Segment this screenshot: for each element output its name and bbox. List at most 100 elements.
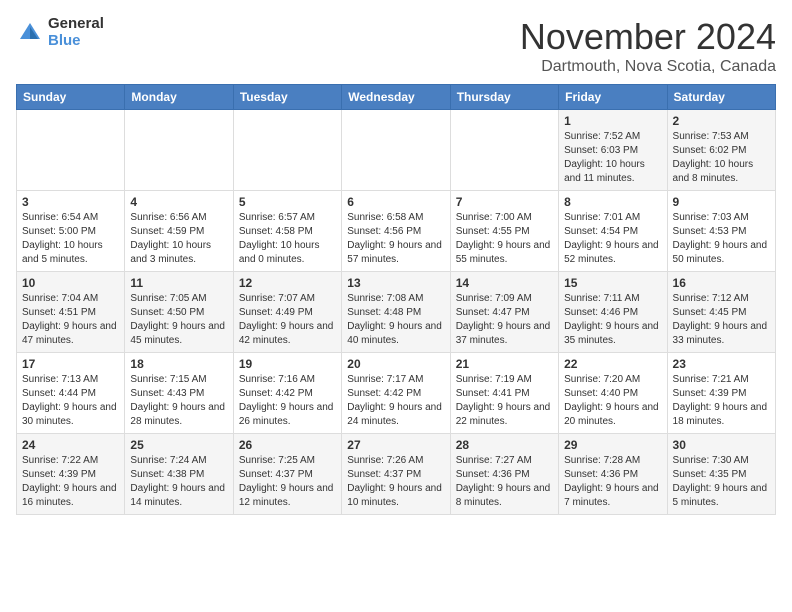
day-info: Sunrise: 7:20 AM Sunset: 4:40 PM Dayligh… (564, 373, 661, 429)
calendar-week-row: 24 Sunrise: 7:22 AM Sunset: 4:39 PM Dayli… (17, 434, 776, 515)
weekday-header: Wednesday (342, 85, 450, 110)
day-number: 21 (456, 357, 553, 371)
day-number: 2 (673, 114, 770, 128)
day-number: 26 (239, 438, 336, 452)
calendar-cell: 26Sunrise: 7:25 AM Sunset: 4:37 PM Dayli… (233, 434, 341, 515)
calendar-cell (450, 110, 558, 191)
day-number: 5 (239, 195, 336, 209)
calendar-cell: 29 Sunrise: 7:28 AM Sunset: 4:36 PM Dayli… (559, 434, 667, 515)
calendar-cell: 23 Sunrise: 7:21 AM Sunset: 4:39 PM Dayli… (667, 353, 775, 434)
calendar-cell: 10 Sunrise: 7:04 AM Sunset: 4:51 PM Dayli… (17, 272, 125, 353)
calendar-cell: 15Sunrise: 7:11 AM Sunset: 4:46 PM Dayli… (559, 272, 667, 353)
weekday-header: Monday (125, 85, 233, 110)
calendar-cell: 1Sunrise: 7:52 AM Sunset: 6:03 PM Daylig… (559, 110, 667, 191)
day-info: Sunrise: 7:27 AM Sunset: 4:36 PM Dayligh… (456, 454, 553, 510)
day-info: Sunrise: 7:03 AM Sunset: 4:53 PM Dayligh… (673, 211, 770, 267)
day-number: 14 (456, 276, 553, 290)
weekday-header: Friday (559, 85, 667, 110)
weekday-header: Tuesday (233, 85, 341, 110)
day-number: 10 (22, 276, 119, 290)
day-info: Sunrise: 6:56 AM Sunset: 4:59 PM Dayligh… (130, 211, 227, 267)
day-number: 30 (673, 438, 770, 452)
day-number: 8 (564, 195, 661, 209)
day-info: Sunrise: 7:17 AM Sunset: 4:42 PM Dayligh… (347, 373, 444, 429)
day-number: 13 (347, 276, 444, 290)
page-header: General Blue November 2024 Dartmouth, No… (16, 16, 776, 76)
calendar-table: SundayMondayTuesdayWednesdayThursdayFrid… (16, 84, 776, 515)
day-number: 24 (22, 438, 119, 452)
logo-general: General (48, 16, 104, 33)
weekday-header: Sunday (17, 85, 125, 110)
month-title: November 2024 (520, 16, 776, 58)
day-number: 22 (564, 357, 661, 371)
calendar-cell: 22 Sunrise: 7:20 AM Sunset: 4:40 PM Dayli… (559, 353, 667, 434)
day-info: Sunrise: 7:28 AM Sunset: 4:36 PM Dayligh… (564, 454, 661, 510)
day-info: Sunrise: 7:30 AM Sunset: 4:35 PM Dayligh… (673, 454, 770, 510)
calendar-cell: 9 Sunrise: 7:03 AM Sunset: 4:53 PM Daylig… (667, 191, 775, 272)
day-number: 29 (564, 438, 661, 452)
calendar-cell (233, 110, 341, 191)
calendar-cell: 28 Sunrise: 7:27 AM Sunset: 4:36 PM Dayli… (450, 434, 558, 515)
day-number: 11 (130, 276, 227, 290)
day-number: 9 (673, 195, 770, 209)
day-number: 7 (456, 195, 553, 209)
day-number: 1 (564, 114, 661, 128)
day-info: Sunrise: 7:11 AM Sunset: 4:46 PM Dayligh… (564, 292, 661, 348)
calendar-cell: 5 Sunrise: 6:57 AM Sunset: 4:58 PM Daylig… (233, 191, 341, 272)
calendar-cell: 12 Sunrise: 7:07 AM Sunset: 4:49 PM Dayli… (233, 272, 341, 353)
day-info: Sunrise: 7:53 AM Sunset: 6:02 PM Dayligh… (673, 130, 770, 186)
calendar-cell: 18Sunrise: 7:15 AM Sunset: 4:43 PM Dayli… (125, 353, 233, 434)
calendar-cell: 4 Sunrise: 6:56 AM Sunset: 4:59 PM Daylig… (125, 191, 233, 272)
calendar-week-row: 1Sunrise: 7:52 AM Sunset: 6:03 PM Daylig… (17, 110, 776, 191)
weekday-header: Thursday (450, 85, 558, 110)
day-number: 6 (347, 195, 444, 209)
calendar-week-row: 17 Sunrise: 7:13 AM Sunset: 4:44 PM Dayli… (17, 353, 776, 434)
day-info: Sunrise: 7:01 AM Sunset: 4:54 PM Dayligh… (564, 211, 661, 267)
calendar-cell: 20Sunrise: 7:17 AM Sunset: 4:42 PM Dayli… (342, 353, 450, 434)
day-number: 23 (673, 357, 770, 371)
day-info: Sunrise: 7:05 AM Sunset: 4:50 PM Dayligh… (130, 292, 227, 348)
calendar-cell: 8 Sunrise: 7:01 AM Sunset: 4:54 PM Daylig… (559, 191, 667, 272)
calendar-cell: 24 Sunrise: 7:22 AM Sunset: 4:39 PM Dayli… (17, 434, 125, 515)
day-info: Sunrise: 7:08 AM Sunset: 4:48 PM Dayligh… (347, 292, 444, 348)
day-info: Sunrise: 6:58 AM Sunset: 4:56 PM Dayligh… (347, 211, 444, 267)
day-info: Sunrise: 7:09 AM Sunset: 4:47 PM Dayligh… (456, 292, 553, 348)
day-info: Sunrise: 7:13 AM Sunset: 4:44 PM Dayligh… (22, 373, 119, 429)
calendar-cell (342, 110, 450, 191)
calendar-cell: 30 Sunrise: 7:30 AM Sunset: 4:35 PM Dayli… (667, 434, 775, 515)
logo-icon (16, 19, 44, 47)
logo: General Blue (16, 16, 104, 49)
day-info: Sunrise: 7:12 AM Sunset: 4:45 PM Dayligh… (673, 292, 770, 348)
day-number: 19 (239, 357, 336, 371)
day-info: Sunrise: 7:24 AM Sunset: 4:38 PM Dayligh… (130, 454, 227, 510)
calendar-cell: 17 Sunrise: 7:13 AM Sunset: 4:44 PM Dayli… (17, 353, 125, 434)
day-info: Sunrise: 6:54 AM Sunset: 5:00 PM Dayligh… (22, 211, 119, 267)
title-block: November 2024 Dartmouth, Nova Scotia, Ca… (520, 16, 776, 76)
day-info: Sunrise: 7:00 AM Sunset: 4:55 PM Dayligh… (456, 211, 553, 267)
calendar-cell: 21 Sunrise: 7:19 AM Sunset: 4:41 PM Dayli… (450, 353, 558, 434)
day-number: 25 (130, 438, 227, 452)
day-number: 16 (673, 276, 770, 290)
day-info: Sunrise: 7:07 AM Sunset: 4:49 PM Dayligh… (239, 292, 336, 348)
day-info: Sunrise: 7:21 AM Sunset: 4:39 PM Dayligh… (673, 373, 770, 429)
calendar-cell: 11 Sunrise: 7:05 AM Sunset: 4:50 PM Dayli… (125, 272, 233, 353)
day-info: Sunrise: 7:16 AM Sunset: 4:42 PM Dayligh… (239, 373, 336, 429)
calendar-cell: 6 Sunrise: 6:58 AM Sunset: 4:56 PM Daylig… (342, 191, 450, 272)
calendar-cell: 27 Sunrise: 7:26 AM Sunset: 4:37 PM Dayli… (342, 434, 450, 515)
day-info: Sunrise: 7:19 AM Sunset: 4:41 PM Dayligh… (456, 373, 553, 429)
day-number: 28 (456, 438, 553, 452)
logo-blue: Blue (48, 33, 104, 50)
calendar-cell: 13 Sunrise: 7:08 AM Sunset: 4:48 PM Dayli… (342, 272, 450, 353)
day-info: Sunrise: 6:57 AM Sunset: 4:58 PM Dayligh… (239, 211, 336, 267)
day-number: 17 (22, 357, 119, 371)
day-info: Sunrise: 7:04 AM Sunset: 4:51 PM Dayligh… (22, 292, 119, 348)
calendar-week-row: 10 Sunrise: 7:04 AM Sunset: 4:51 PM Dayli… (17, 272, 776, 353)
day-number: 4 (130, 195, 227, 209)
logo-text: General Blue (48, 16, 104, 49)
calendar-cell: 2 Sunrise: 7:53 AM Sunset: 6:02 PM Daylig… (667, 110, 775, 191)
day-number: 12 (239, 276, 336, 290)
location: Dartmouth, Nova Scotia, Canada (520, 58, 776, 76)
day-info: Sunrise: 7:22 AM Sunset: 4:39 PM Dayligh… (22, 454, 119, 510)
day-number: 27 (347, 438, 444, 452)
day-info: Sunrise: 7:26 AM Sunset: 4:37 PM Dayligh… (347, 454, 444, 510)
